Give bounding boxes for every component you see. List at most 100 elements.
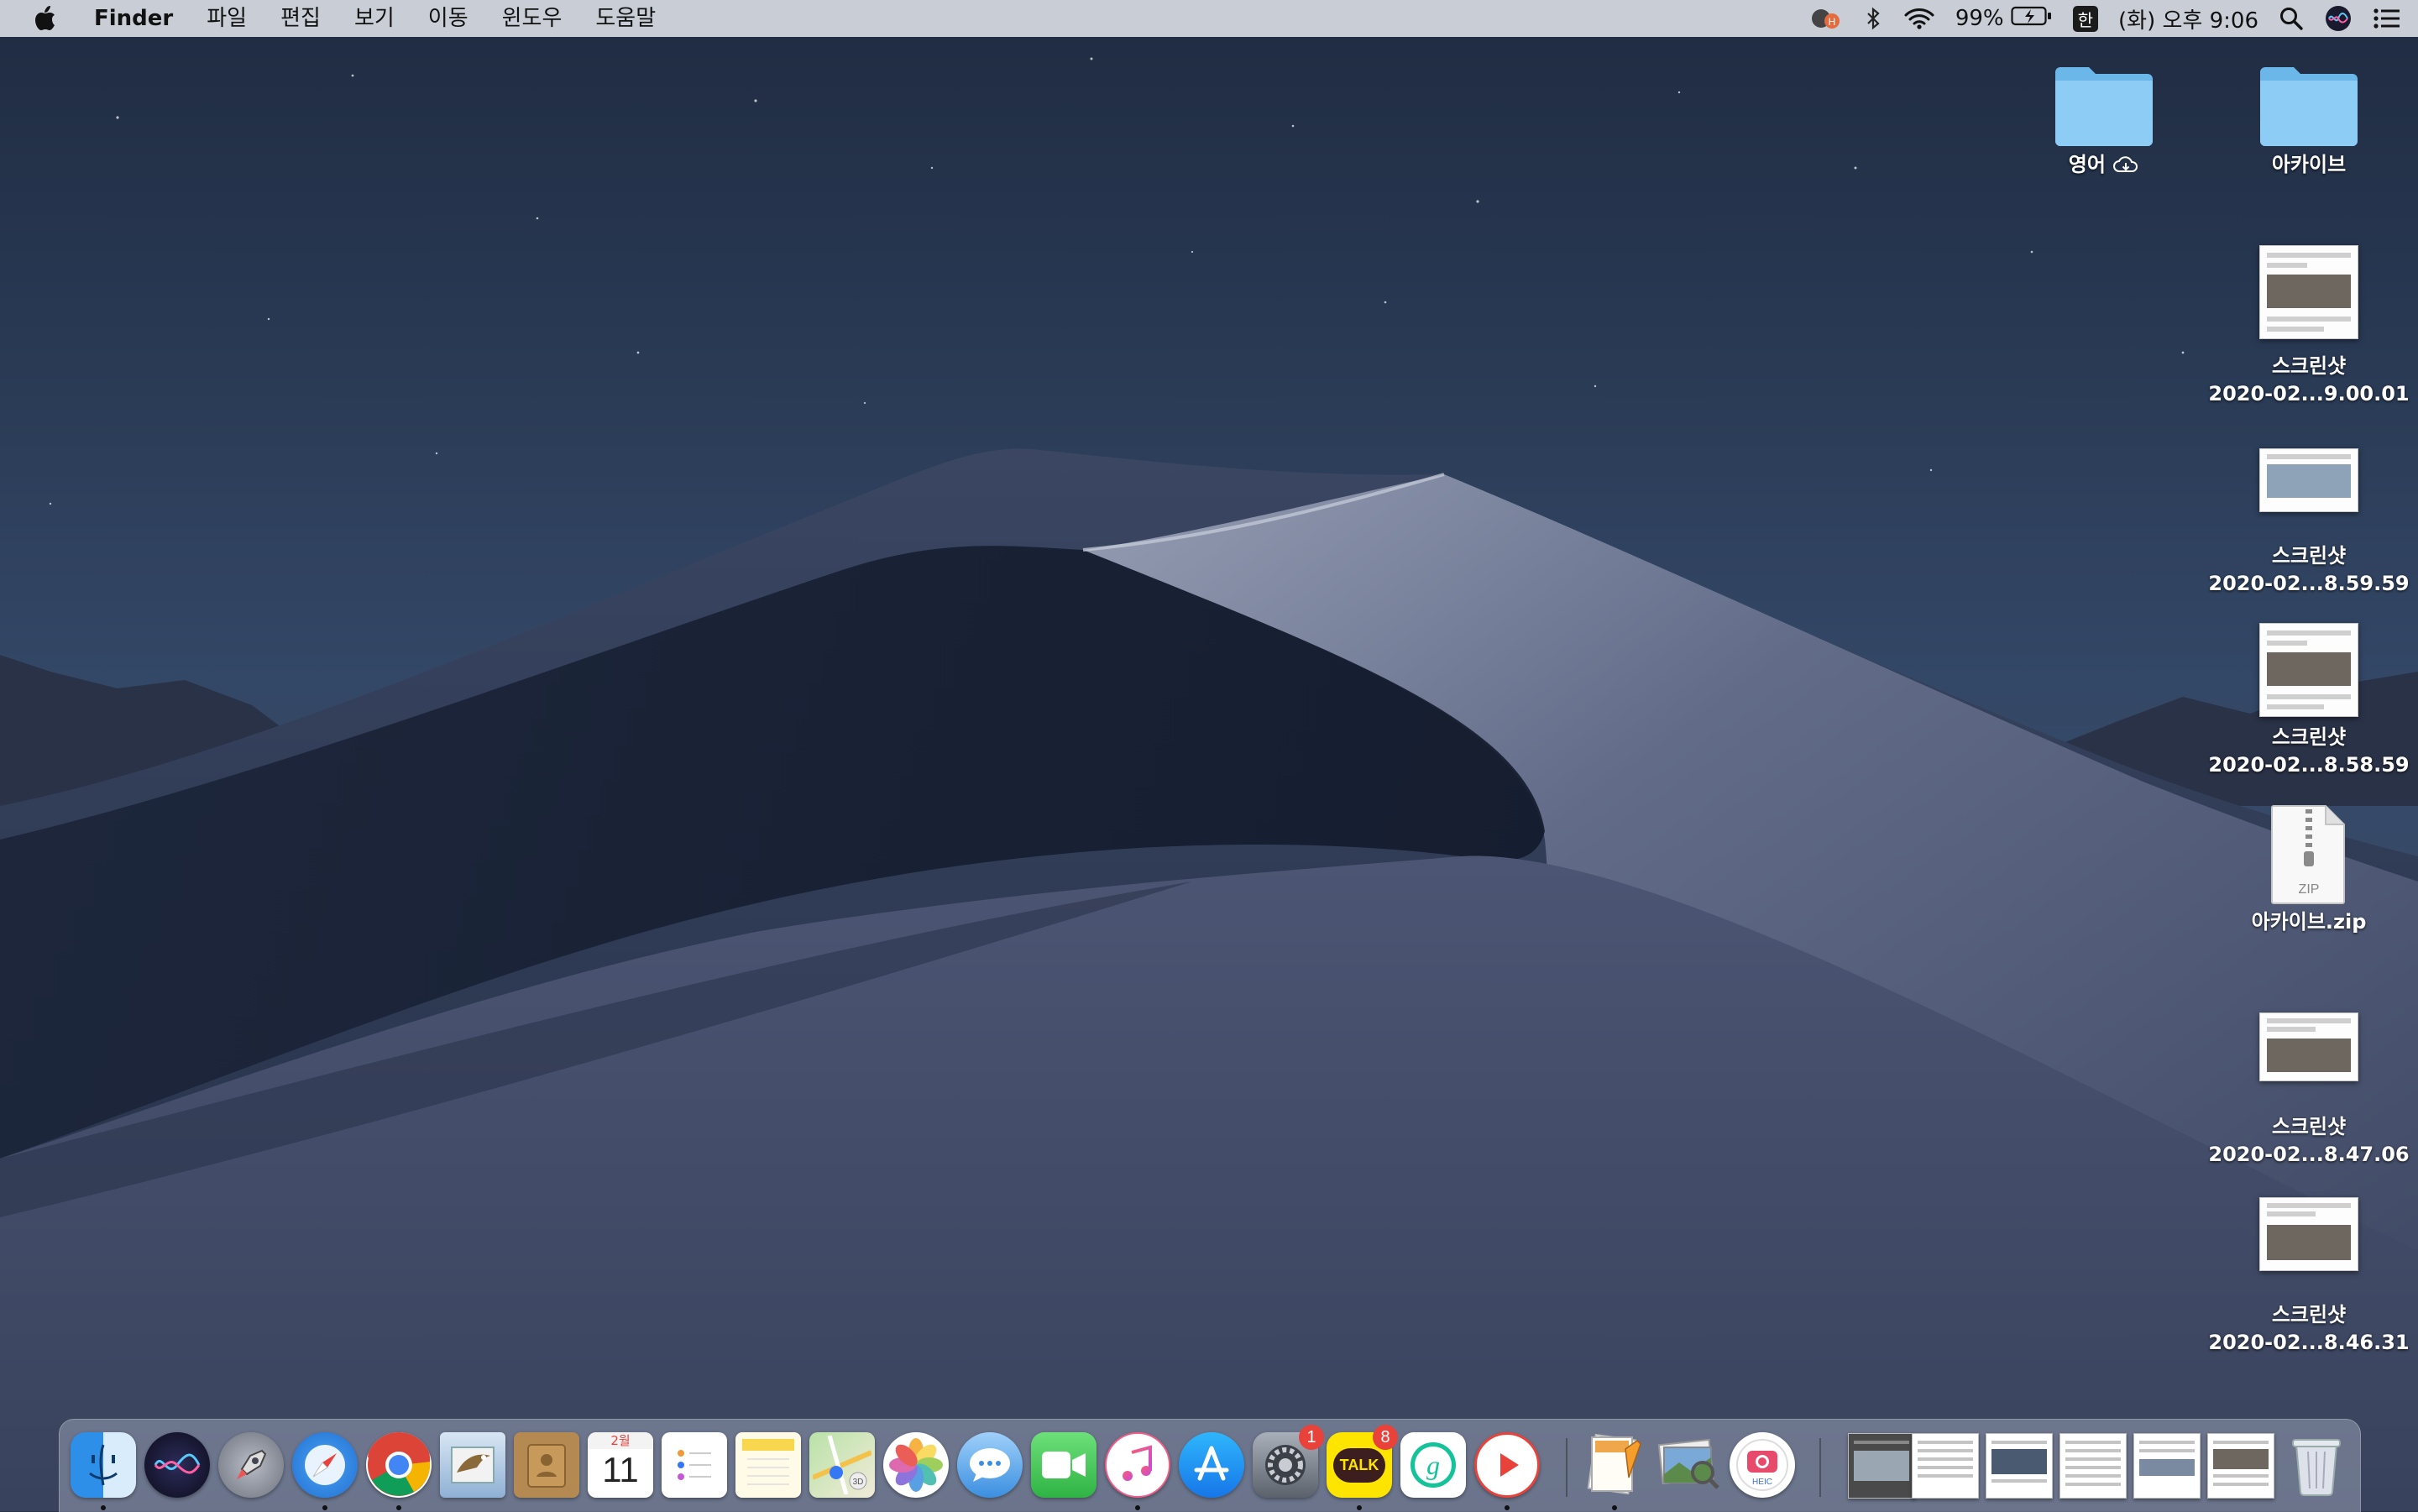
folder-archive-label: 아카이브	[2271, 153, 2347, 176]
dock-separator	[1819, 1438, 1821, 1497]
safari-icon	[292, 1432, 358, 1498]
notification-badge: 1	[1299, 1425, 1324, 1450]
menu-app-finder[interactable]: Finder	[77, 0, 190, 37]
dock-stack-downloads[interactable]	[1848, 1433, 1915, 1499]
running-indicator	[101, 1505, 106, 1510]
menu-file[interactable]: 파일	[190, 0, 264, 37]
screenshot-thumbnail	[2259, 245, 2358, 339]
menu-help[interactable]: 도움말	[578, 0, 673, 37]
screenshot-label: 스크린샷 2020-02...8.46.31	[2208, 1303, 2410, 1354]
screenshot-thumbnail	[2259, 1012, 2358, 1081]
dock-item-finder[interactable]	[68, 1430, 139, 1510]
running-indicator	[396, 1505, 401, 1510]
svg-text:3D: 3D	[853, 1478, 864, 1487]
screenshot-thumbnail	[2259, 448, 2358, 512]
dock-item-preview[interactable]	[1653, 1430, 1724, 1500]
mail-icon	[440, 1432, 505, 1498]
screenshot-file[interactable]: 스크린샷 2020-02...8.46.31	[2208, 1197, 2410, 1357]
siri-icon	[144, 1432, 210, 1498]
notification-app-icon[interactable]: H	[1809, 0, 1843, 37]
finder-icon	[71, 1432, 136, 1498]
messages-icon	[957, 1432, 1023, 1498]
minimized-window[interactable]	[2207, 1433, 2274, 1499]
calendar-month: 2월	[588, 1432, 653, 1449]
dock-item-reminders[interactable]	[659, 1430, 730, 1500]
dock-item-mail[interactable]	[437, 1430, 508, 1500]
menu-edit[interactable]: 편집	[264, 0, 338, 37]
battery-status[interactable]: 99%	[1955, 0, 2053, 37]
facetime-icon	[1031, 1432, 1096, 1498]
launchpad-icon	[218, 1432, 284, 1498]
bluetooth-icon[interactable]	[1863, 0, 1883, 37]
chrome-icon	[366, 1432, 432, 1498]
app-store-icon	[1179, 1432, 1244, 1498]
dock-item-photo-booth[interactable]: HEIC	[1727, 1430, 1798, 1500]
folder-icon	[2055, 67, 2153, 146]
folder-english[interactable]: 영어	[2003, 60, 2205, 179]
dock-item-photos[interactable]	[881, 1430, 951, 1500]
screenshot-file[interactable]: 스크린샷 2020-02...9.00.01	[2208, 245, 2410, 408]
screenshot-label: 스크린샷 2020-02...8.47.06	[2208, 1115, 2410, 1166]
screenshot-file[interactable]: 스크린샷 2020-02...8.47.06	[2208, 1012, 2410, 1169]
dock-item-pages[interactable]	[1579, 1430, 1650, 1510]
zip-archive-file[interactable]: ZIP 아카이브.zip	[2208, 804, 2410, 936]
screenshot-label: 스크린샷 2020-02...9.00.01	[2208, 354, 2410, 405]
photo-booth-icon: HEIC	[1730, 1432, 1795, 1498]
dock-item-trash[interactable]	[2281, 1430, 2352, 1500]
running-indicator	[1135, 1505, 1140, 1510]
screenshot-label: 스크린샷 2020-02...8.59.59	[2208, 544, 2410, 595]
folder-archive[interactable]: 아카이브	[2208, 60, 2410, 179]
spotlight-search-icon[interactable]	[2279, 0, 2304, 37]
dock-item-notes[interactable]	[733, 1430, 803, 1500]
minimized-window[interactable]	[2133, 1433, 2201, 1499]
dock-item-safari[interactable]	[290, 1430, 360, 1510]
dock-item-facetime[interactable]	[1028, 1430, 1099, 1500]
dock-item-player[interactable]	[1472, 1430, 1542, 1510]
dock-item-siri[interactable]	[142, 1430, 212, 1500]
menu-bar: Finder 파일 편집 보기 이동 윈도우 도움말 H 99% 한 (화) 오…	[0, 0, 2418, 37]
siri-icon[interactable]	[2324, 0, 2353, 37]
menu-window[interactable]: 윈도우	[485, 0, 579, 37]
battery-charging-icon	[2011, 5, 2053, 33]
screenshot-file[interactable]: 스크린샷 2020-02...8.59.59	[2208, 448, 2410, 598]
screenshot-thumbnail	[2259, 1197, 2358, 1271]
minimized-window[interactable]	[1912, 1433, 1979, 1499]
running-indicator	[1612, 1505, 1617, 1510]
dock-item-itunes[interactable]	[1102, 1430, 1173, 1510]
dock-item-messages[interactable]	[955, 1430, 1025, 1500]
zip-archive-label: 아카이브.zip	[2251, 910, 2367, 934]
svg-text:g: g	[1426, 1450, 1440, 1480]
screenshot-label: 스크린샷 2020-02...8.58.59	[2208, 725, 2410, 777]
screenshot-file[interactable]: 스크린샷 2020-02...8.58.59	[2208, 623, 2410, 779]
apple-logo-icon[interactable]	[0, 0, 77, 37]
contacts-icon	[514, 1432, 579, 1498]
dock-item-contacts[interactable]	[511, 1430, 582, 1500]
calendar-day: 11	[602, 1450, 639, 1489]
notification-center-icon[interactable]	[2373, 0, 2401, 37]
minimized-window[interactable]	[2059, 1433, 2127, 1499]
dock-item-chrome[interactable]	[364, 1430, 434, 1510]
notes-icon	[735, 1432, 801, 1498]
dock-item-calendar[interactable]: 2월 11	[585, 1430, 656, 1500]
svg-text:H: H	[1828, 16, 1835, 28]
notification-badge: 8	[1373, 1425, 1398, 1450]
dock-item-kakaotalk[interactable]: TALK 8	[1324, 1425, 1398, 1510]
heic-label: HEIC	[1752, 1478, 1772, 1487]
dock-item-launchpad[interactable]	[216, 1430, 286, 1500]
itunes-icon	[1105, 1432, 1170, 1498]
dock-item-grammarly[interactable]: g	[1398, 1430, 1468, 1500]
dock-item-app-store[interactable]	[1176, 1430, 1247, 1500]
calendar-icon: 2월 11	[588, 1432, 653, 1498]
running-indicator	[1505, 1505, 1510, 1510]
wifi-icon[interactable]	[1903, 0, 1935, 37]
running-indicator	[1357, 1505, 1362, 1510]
menu-view[interactable]: 보기	[338, 0, 411, 37]
photos-icon	[883, 1432, 949, 1498]
input-source[interactable]: 한	[2072, 0, 2099, 37]
dock-item-maps[interactable]: 3D	[807, 1430, 877, 1500]
minimized-window[interactable]	[1986, 1433, 2053, 1499]
menu-clock[interactable]: (화) 오후 9:06	[2118, 0, 2258, 37]
trash-icon	[2284, 1432, 2349, 1498]
menu-go[interactable]: 이동	[411, 0, 485, 37]
dock-item-system-preferences[interactable]: 1	[1250, 1425, 1324, 1500]
